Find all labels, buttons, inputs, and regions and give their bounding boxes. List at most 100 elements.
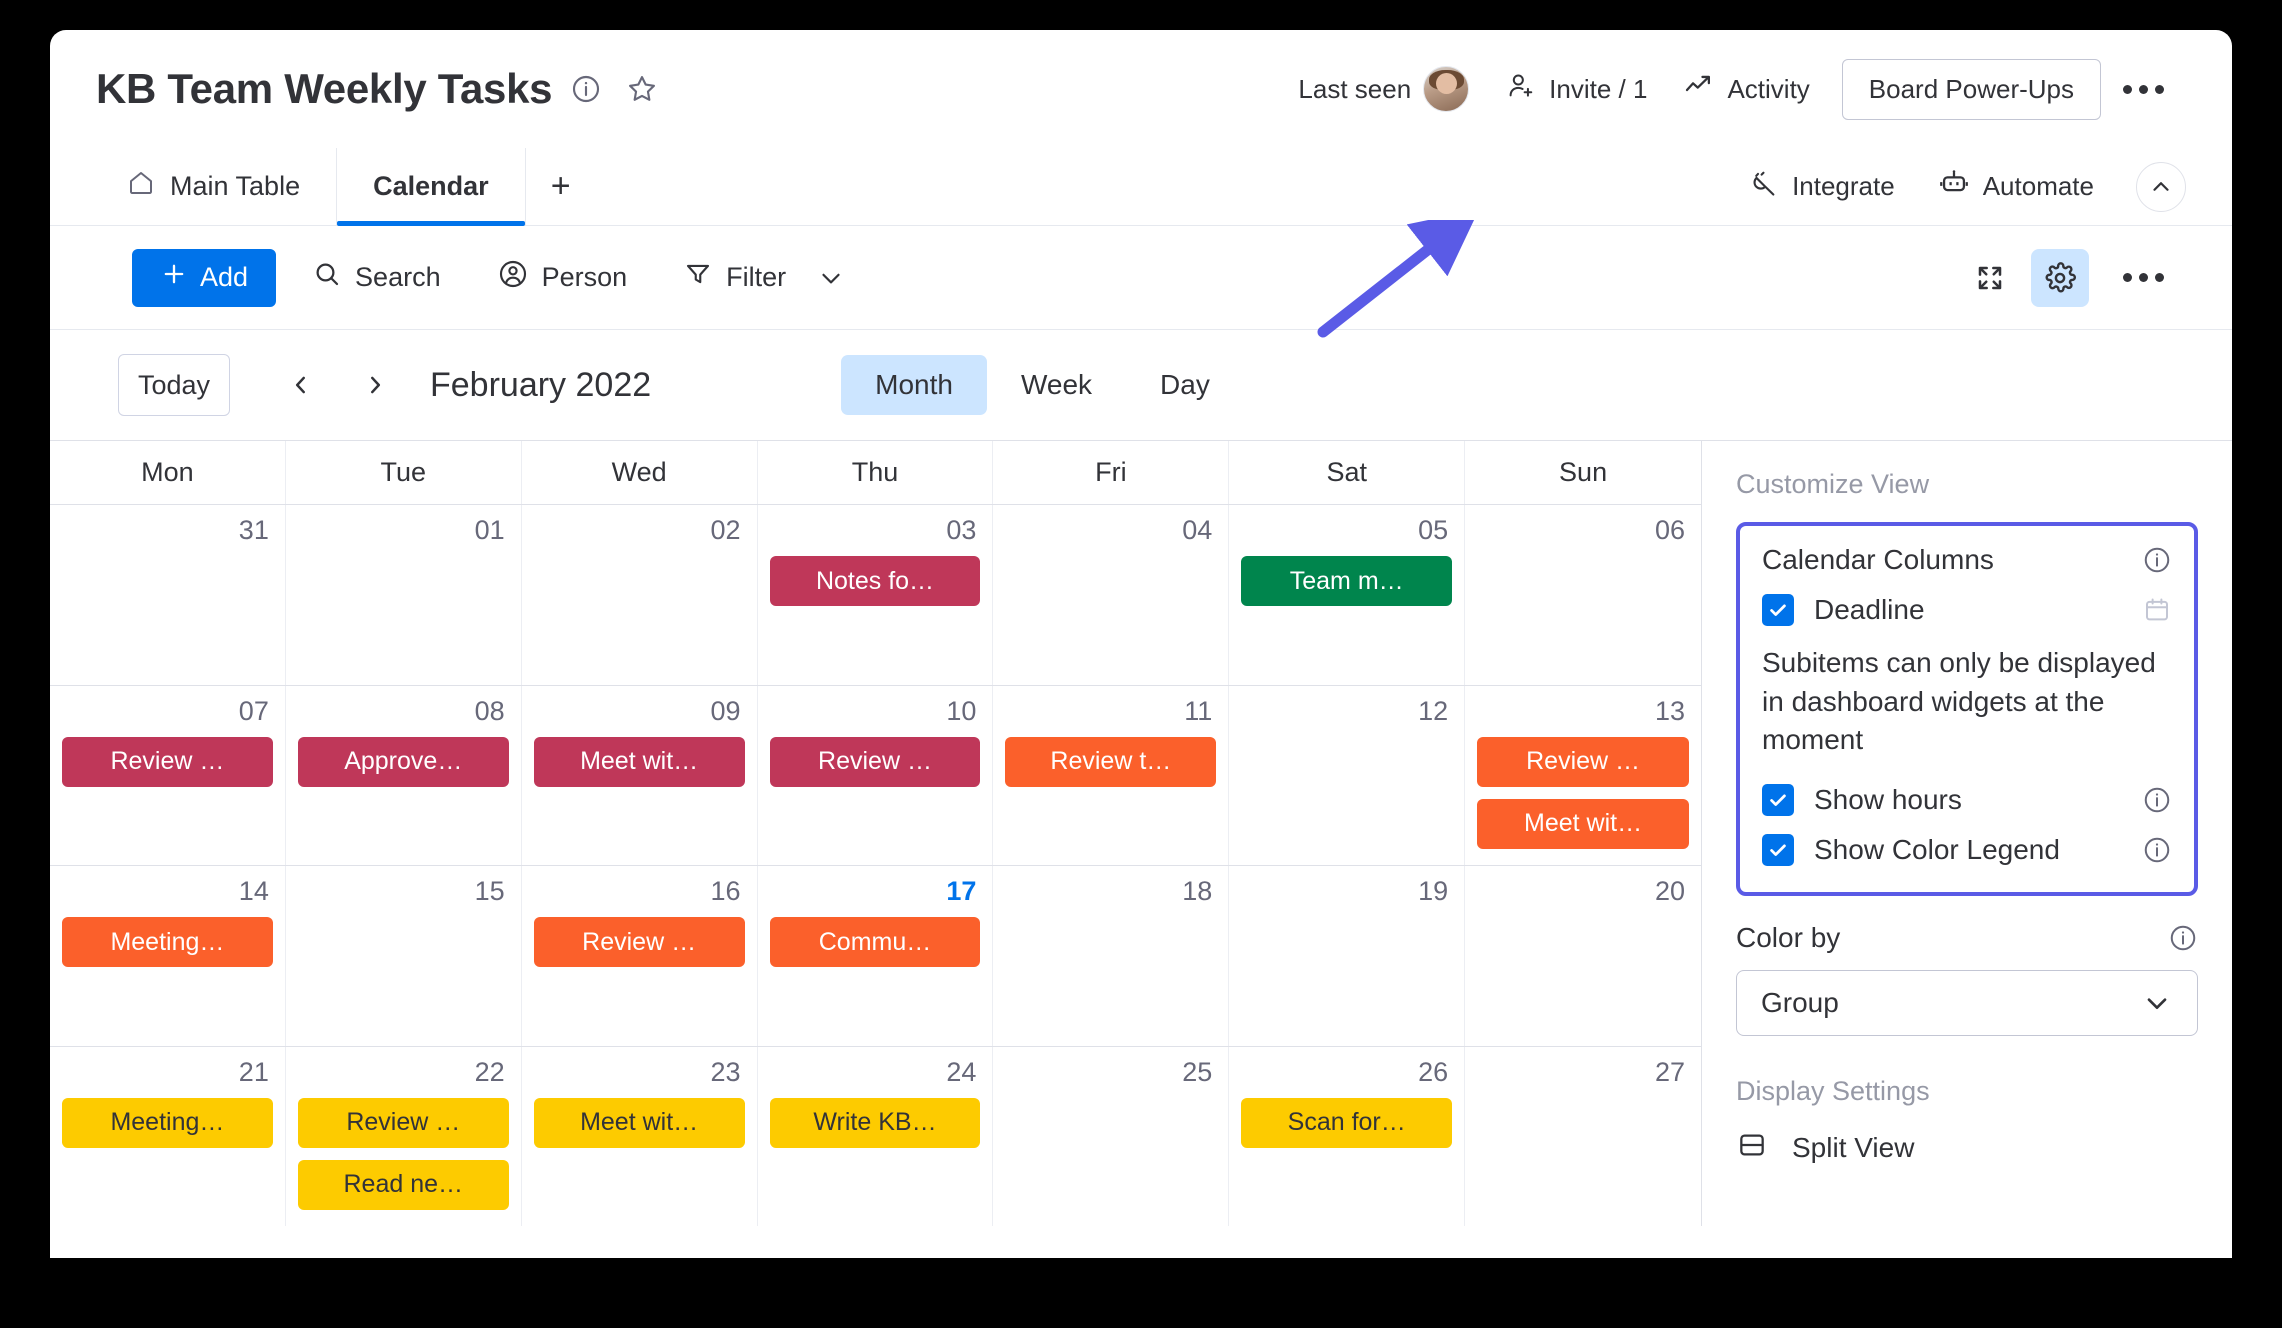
calendar-event-chip[interactable]: Review …: [1477, 736, 1689, 787]
calendar-day-number: 04: [1182, 515, 1213, 545]
calendar-day-cell[interactable]: 31: [50, 505, 286, 685]
last-seen-group[interactable]: Last seen: [1280, 56, 1487, 122]
calendar-day-cell[interactable]: 13 Review … Meet wit…: [1465, 686, 1701, 866]
add-button-label: Add: [200, 262, 249, 292]
calendar-day-cell[interactable]: 19: [1229, 866, 1466, 1046]
calendar-day-cell[interactable]: 21 Meeting…: [50, 1046, 286, 1226]
calendar-day-cell[interactable]: 05 Team m…: [1229, 505, 1466, 685]
calendar-event-chip[interactable]: Notes fo…: [769, 556, 981, 606]
show-color-legend-row[interactable]: Show Color Legend: [1762, 833, 2172, 866]
calendar-day-cell[interactable]: 27: [1465, 1047, 1701, 1227]
calendar-day-cell[interactable]: 01: [286, 505, 522, 685]
board-more-icon[interactable]: [2101, 84, 2186, 94]
day-of-week-header: Mon Tue Wed Thu Fri Sat Sun: [50, 441, 1701, 505]
person-filter-button[interactable]: Person: [477, 248, 648, 307]
calendar-day-cell[interactable]: 15: [286, 866, 522, 1046]
split-view-label: Split View: [1792, 1132, 1915, 1164]
filter-chevron-down-icon[interactable]: [806, 263, 856, 293]
view-mode-day[interactable]: Day: [1126, 355, 1244, 415]
calendar-day-cell[interactable]: 06: [1465, 505, 1701, 685]
view-mode-month[interactable]: Month: [841, 355, 987, 415]
show-hours-checkbox[interactable]: [1762, 783, 1794, 816]
deadline-checkbox[interactable]: [1762, 594, 1794, 626]
calendar-day-cell[interactable]: 11 Review t…: [993, 685, 1230, 865]
calendar-event-chip[interactable]: Meeting…: [62, 1097, 273, 1148]
calendar-day-cell[interactable]: 10 Review …: [758, 685, 994, 865]
chevron-right-icon[interactable]: [346, 356, 404, 414]
calendar-day-number: 05: [1418, 515, 1449, 545]
info-circle-icon[interactable]: [564, 67, 608, 111]
color-by-select[interactable]: Group: [1736, 969, 2198, 1036]
calendar-day-cell[interactable]: 23 Meet wit…: [522, 1046, 758, 1226]
gear-icon[interactable]: [2031, 248, 2089, 307]
calendar-event-chip[interactable]: Review …: [297, 1097, 509, 1148]
calendar-day-cell[interactable]: 07 Review …: [50, 685, 286, 865]
calendar-event-chip[interactable]: Review …: [769, 736, 981, 787]
calendar-day-cell[interactable]: 08 Approve…: [286, 685, 522, 865]
calendar-event-chip[interactable]: Review …: [533, 917, 745, 967]
show-color-legend-info-circle-icon[interactable]: [2142, 835, 2172, 865]
today-button[interactable]: Today: [118, 354, 230, 416]
activity-label: Activity: [1727, 73, 1810, 104]
show-color-legend-checkbox[interactable]: [1762, 833, 1794, 866]
color-by-info-circle-icon[interactable]: [2168, 923, 2198, 953]
split-view-row[interactable]: Split View: [1736, 1129, 2198, 1168]
calendar-day-cell[interactable]: 18: [993, 866, 1230, 1046]
calendar-grid: Mon Tue Wed Thu Fri Sat Sun 31 01 02 03 Notes fo… 0…: [50, 440, 1702, 1226]
day-of-week-sun: Sun: [1559, 457, 1608, 487]
chevron-left-icon[interactable]: [272, 356, 330, 414]
calendar-day-cell[interactable]: 09 Meet wit…: [522, 685, 758, 865]
avatar[interactable]: [1423, 66, 1470, 112]
calendar-day-cell[interactable]: 20: [1465, 866, 1701, 1046]
calendar-day-cell[interactable]: 25: [993, 1046, 1230, 1226]
calendar-day-cell[interactable]: 12: [1229, 685, 1466, 865]
invite-button[interactable]: Invite / 1: [1487, 60, 1665, 119]
calendar-event-chip[interactable]: Write KB…: [769, 1097, 981, 1148]
calendar-day-cell[interactable]: 04: [993, 505, 1230, 685]
show-hours-info-circle-icon[interactable]: [2142, 785, 2172, 815]
fullscreen-icon[interactable]: [1961, 249, 2019, 307]
calendar-event-chip[interactable]: Commu…: [769, 917, 981, 967]
calendar-day-number: 16: [710, 876, 741, 906]
chevron-up-icon[interactable]: [2136, 161, 2186, 212]
filter-icon: [683, 259, 713, 296]
day-of-week-sat: Sat: [1229, 441, 1466, 504]
calendar-day-cell[interactable]: 26 Scan for…: [1229, 1046, 1466, 1226]
calendar-event-chip[interactable]: Review t…: [1005, 736, 1217, 787]
calendar-columns-info-circle-icon[interactable]: [2142, 545, 2172, 575]
calendar-event-chip[interactable]: Scan for…: [1241, 1097, 1453, 1148]
star-icon[interactable]: [620, 67, 664, 111]
calendar-event-chip[interactable]: Read ne…: [297, 1159, 509, 1210]
deadline-checkbox-row[interactable]: Deadline: [1762, 594, 2172, 626]
tab-main-table[interactable]: Main Table: [90, 148, 338, 225]
automate-button[interactable]: Automate: [1919, 156, 2112, 217]
calendar-day-cell[interactable]: 14 Meeting…: [50, 866, 286, 1046]
calendar-day-cell[interactable]: 17 Commu…: [758, 866, 994, 1046]
calendar-event-chip[interactable]: Meet wit…: [1477, 798, 1689, 849]
toolbar-more-icon[interactable]: [2101, 273, 2186, 282]
calendar-icon: [2142, 595, 2172, 625]
calendar-day-number: 20: [1654, 876, 1685, 906]
calendar-day-cell[interactable]: 03 Notes fo…: [758, 505, 994, 685]
calendar-event-chip[interactable]: Meeting…: [62, 917, 273, 967]
calendar-event-chip[interactable]: Meet wit…: [533, 1097, 745, 1148]
show-hours-label: Show hours: [1814, 783, 1962, 815]
calendar-event-chip[interactable]: Approve…: [297, 736, 509, 787]
activity-button[interactable]: Activity: [1665, 60, 1827, 119]
calendar-day-cell[interactable]: 16 Review …: [522, 866, 758, 1046]
view-mode-week[interactable]: Week: [987, 355, 1126, 415]
calendar-event-chip[interactable]: Review …: [62, 736, 273, 787]
calendar-event-chip[interactable]: Meet wit…: [533, 736, 745, 787]
calendar-event-chip[interactable]: Team m…: [1241, 556, 1453, 606]
filter-button[interactable]: Filter: [663, 249, 806, 306]
add-view-button[interactable]: +: [526, 148, 596, 225]
calendar-day-cell[interactable]: 24 Write KB…: [758, 1046, 994, 1226]
integrate-button[interactable]: Integrate: [1730, 157, 1913, 216]
show-hours-row[interactable]: Show hours: [1762, 783, 2172, 816]
add-button[interactable]: Add: [132, 248, 277, 307]
board-power-ups-button[interactable]: Board Power-Ups: [1841, 58, 2101, 120]
calendar-day-cell[interactable]: 02: [522, 505, 758, 685]
search-button[interactable]: Search: [292, 249, 461, 306]
tab-calendar[interactable]: Calendar: [337, 148, 526, 226]
calendar-day-cell[interactable]: 22 Review … Read ne…: [286, 1046, 522, 1226]
